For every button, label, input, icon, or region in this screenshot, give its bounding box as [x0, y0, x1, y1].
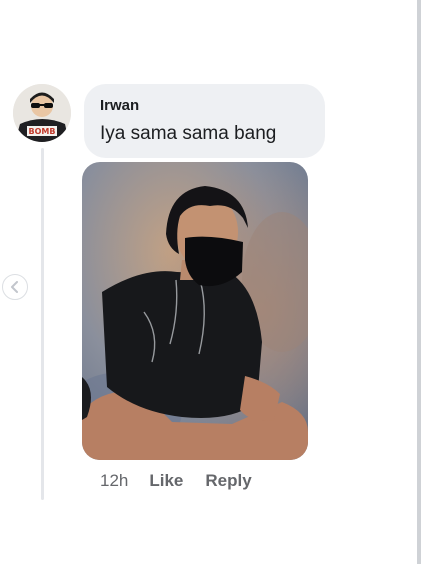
comment-text: Iya sama sama bang — [100, 123, 277, 144]
portrait-photo — [82, 162, 308, 460]
thread-line — [41, 148, 44, 500]
frame-edge — [417, 0, 421, 564]
comment-timestamp[interactable]: 12h — [100, 471, 128, 491]
like-button[interactable]: Like — [149, 471, 183, 491]
comment-bubble: Irwan Iya sama sama bang — [84, 84, 325, 158]
comment-photo[interactable] — [82, 162, 308, 460]
author-name[interactable]: Irwan — [100, 96, 309, 116]
reply-button[interactable]: Reply — [205, 471, 251, 491]
previous-button[interactable] — [2, 274, 28, 300]
comment-actions: 12h Like Reply — [100, 470, 252, 492]
avatar[interactable]: BOMB — [13, 84, 71, 142]
chevron-left-icon — [11, 281, 18, 293]
avatar-shirt-text: BOMB — [29, 127, 56, 136]
avatar-image: BOMB — [13, 84, 71, 142]
